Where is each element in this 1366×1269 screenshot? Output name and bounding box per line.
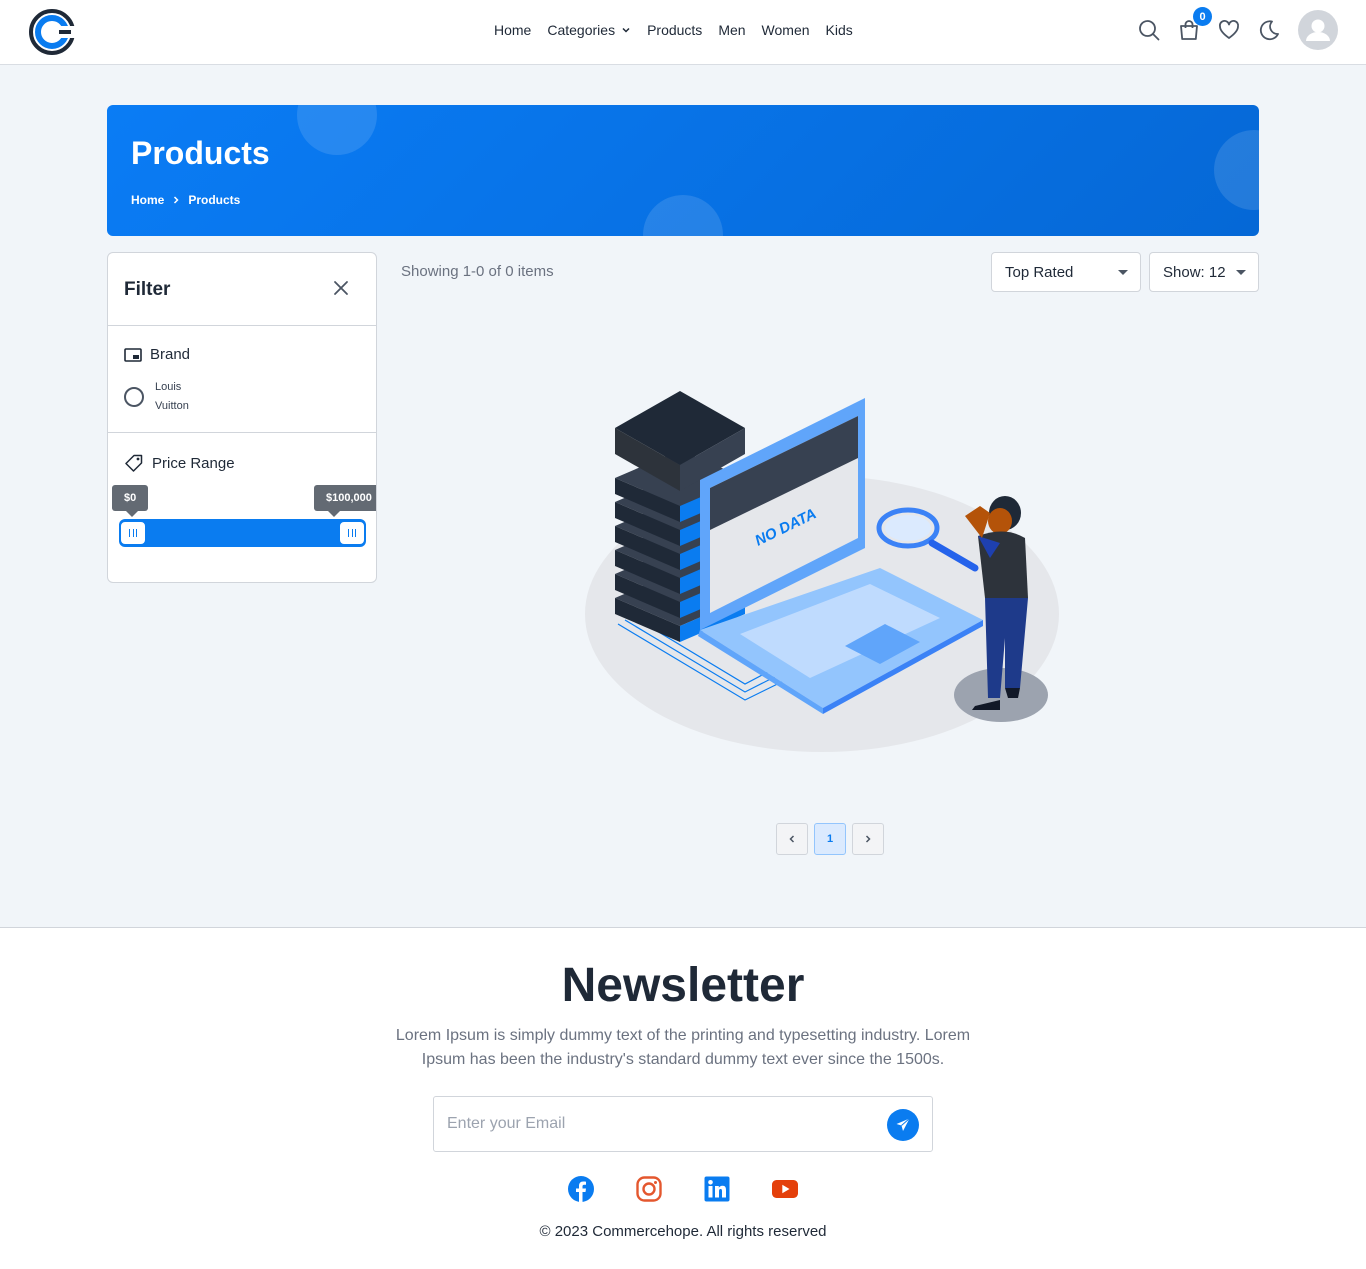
nav-men[interactable]: Men [718,22,745,38]
brand-radio[interactable] [124,387,144,407]
instagram-icon[interactable] [635,1175,663,1203]
close-icon[interactable] [332,279,350,297]
sort-select-value: Top Rated [1005,263,1074,281]
price-slider-track[interactable] [119,519,366,547]
grip-icon [348,529,356,537]
price-max-handle[interactable] [339,521,365,545]
nav-kids[interactable]: Kids [826,22,853,38]
send-icon [896,1118,910,1131]
decor-circle [1214,130,1259,210]
pagination: 1 [776,823,884,855]
copyright-text: © 2023 Commercehope. All rights reserved [539,1223,827,1240]
price-section-title: Price Range [124,453,235,473]
newsletter-description: Lorem Ipsum is simply dummy text of the … [395,1027,971,1068]
social-links [567,1175,799,1203]
chevron-right-icon [865,835,871,843]
brand-section-label: Brand [150,346,191,363]
user-avatar[interactable] [1298,10,1338,50]
brand-option-label: Louis Vuitton [155,381,189,412]
brand-option-louis-vuitton[interactable]: Louis Vuitton [124,378,215,416]
brand-section-title: Brand [124,346,190,363]
youtube-icon[interactable] [771,1175,799,1203]
filter-header: Filter [108,253,376,326]
page-size-select[interactable]: Show: 12 [1149,252,1259,292]
site-header: Home Categories Products Men Women Kids … [0,0,1366,65]
caret-down-icon [1118,270,1128,275]
breadcrumb-current: Products [188,193,241,207]
price-min-handle[interactable] [120,521,146,545]
price-min-tooltip: $0 [112,485,149,517]
nav-women[interactable]: Women [762,22,810,38]
prev-page-button[interactable] [776,823,808,855]
cart-count-badge: 0 [1193,7,1212,26]
grip-icon [129,529,137,537]
nav-home[interactable]: Home [494,22,531,38]
email-input[interactable] [447,1097,877,1151]
tag-icon [125,454,143,472]
facebook-icon[interactable] [567,1175,595,1203]
sort-select[interactable]: Top Rated [991,252,1141,292]
page-banner: Products Home Products [107,105,1259,236]
subscribe-button[interactable] [887,1109,919,1141]
newsletter-form [433,1096,933,1152]
linkedin-icon[interactable] [703,1175,731,1203]
heart-icon[interactable] [1218,19,1240,41]
brand-icon [124,347,142,362]
chevron-left-icon [789,835,795,843]
page-button-current[interactable]: 1 [814,823,846,855]
next-page-button[interactable] [852,823,884,855]
no-data-illustration: NO DATA [585,391,1059,752]
breadcrumb-home[interactable]: Home [131,193,164,207]
brand-filter-section: Brand Louis Vuitton [108,326,376,433]
price-filter-section: Price Range $0 $100,000 [108,433,376,582]
decor-circle [643,195,723,236]
page-size-value: Show: 12 [1163,263,1226,281]
decor-circle [297,105,377,155]
chevron-right-icon [174,196,179,204]
price-max-tooltip: $100,000 [314,485,376,517]
header-actions: 0 [1138,7,1338,50]
results-count: Showing 1-0 of 0 items [401,263,554,280]
chevron-down-icon [622,27,630,33]
nav-categories[interactable]: Categories [547,22,631,38]
moon-icon[interactable] [1258,19,1280,41]
newsletter-title: Newsletter [561,959,805,1012]
commercehope-logo[interactable] [28,8,76,56]
caret-down-icon [1236,270,1246,275]
filter-panel: Filter Brand Louis Vuitton Price Range $… [107,252,377,583]
nav-products[interactable]: Products [647,22,702,38]
main-nav: Home Categories Products Men Women Kids [494,22,853,38]
search-icon[interactable] [1138,19,1160,41]
filter-title: Filter [124,279,171,300]
page-title: Products [131,135,270,171]
breadcrumb: Home Products [131,193,240,207]
cart-button[interactable]: 0 [1178,7,1212,41]
nav-categories-label: Categories [547,22,616,38]
price-section-label: Price Range [152,454,235,472]
user-icon [1306,19,1330,41]
site-footer: Newsletter Lorem Ipsum is simply dummy t… [0,927,1366,1269]
